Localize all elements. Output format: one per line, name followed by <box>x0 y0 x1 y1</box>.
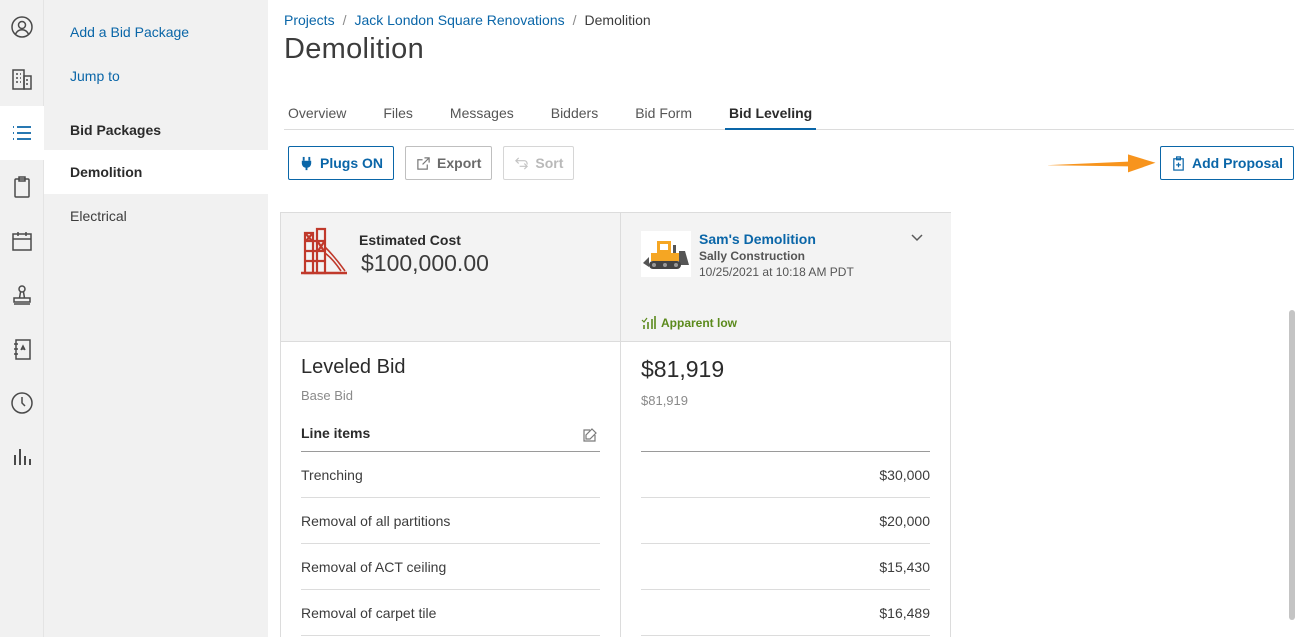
add-proposal-button[interactable]: Add Proposal <box>1160 146 1295 180</box>
icon-rail <box>0 0 44 637</box>
base-bid-total: $81,919 <box>641 393 688 408</box>
calendar-icon[interactable] <box>0 214 44 268</box>
bidder-name-link[interactable]: Sam's Demolition <box>699 231 816 247</box>
table-row: Removal of carpet tile <box>301 590 600 636</box>
jump-to-link[interactable]: Jump to <box>44 54 268 98</box>
orange-arrow-annotation <box>1048 154 1156 173</box>
estimated-cost-value: $100,000.00 <box>361 250 489 276</box>
line-item-amount: $20,000 <box>879 512 930 529</box>
vertical-scrollbar[interactable] <box>1289 310 1295 620</box>
bidder-header: Sam's Demolition Sally Construction 10/2… <box>621 213 951 342</box>
estimate-header: Estimated Cost $100,000.00 <box>281 213 620 342</box>
bidder-column: Sam's Demolition Sally Construction 10/2… <box>621 213 951 637</box>
line-item-label: Removal of all partitions <box>301 512 451 529</box>
table-row: $30,000 <box>641 452 930 498</box>
tab-bar: Overview Files Messages Bidders Bid Form… <box>284 100 1294 130</box>
clipboard-plus-icon <box>1173 155 1184 171</box>
line-item-label: Removal of carpet tile <box>301 604 437 621</box>
bidder-date: 10/25/2021 at 10:18 AM PDT <box>699 265 854 279</box>
bid-leveling-grid: Estimated Cost $100,000.00 Leveled Bid B… <box>280 212 951 637</box>
sort-button[interactable]: Sort <box>503 146 575 180</box>
sort-label: Sort <box>535 155 564 171</box>
export-icon <box>417 156 430 170</box>
breadcrumb-current: Demolition <box>584 12 651 28</box>
tab-overview[interactable]: Overview <box>284 100 350 130</box>
export-label: Export <box>437 155 482 171</box>
tab-bidders[interactable]: Bidders <box>547 100 602 130</box>
user-icon[interactable] <box>0 0 44 54</box>
breadcrumb-separator: / <box>342 12 347 28</box>
line-item-amount: $15,430 <box>879 558 930 575</box>
bidder-company: Sally Construction <box>699 249 806 263</box>
table-row: Trenching <box>301 452 600 498</box>
chevron-down-icon[interactable] <box>909 230 925 246</box>
list-icon[interactable] <box>0 106 44 160</box>
page-title: Demolition <box>284 33 424 65</box>
bar-chart-icon[interactable] <box>0 430 44 484</box>
plug-icon <box>301 156 312 170</box>
table-row: $15,430 <box>641 544 930 590</box>
clipboard-icon[interactable] <box>0 160 44 214</box>
sort-icon <box>515 156 529 170</box>
table-row: $20,000 <box>641 498 930 544</box>
subnav-item-electrical[interactable]: Electrical <box>44 194 268 238</box>
breadcrumb-projects[interactable]: Projects <box>284 12 335 28</box>
signal-bars-icon <box>641 316 656 329</box>
line-item-amount: $30,000 <box>879 466 930 483</box>
tab-bid-form[interactable]: Bid Form <box>631 100 696 130</box>
tab-files[interactable]: Files <box>379 100 417 130</box>
apparent-low-label: Apparent low <box>661 316 738 330</box>
export-button[interactable]: Export <box>405 146 493 180</box>
edit-icon[interactable] <box>582 427 598 443</box>
breadcrumb-project[interactable]: Jack London Square Renovations <box>354 12 564 28</box>
leveled-bid-title: Leveled Bid <box>301 356 406 378</box>
bridge-icon <box>301 227 347 275</box>
estimate-column: Estimated Cost $100,000.00 Leveled Bid B… <box>281 213 621 637</box>
estimated-cost-label: Estimated Cost <box>359 232 461 248</box>
breadcrumb: Projects / Jack London Square Renovation… <box>284 12 651 28</box>
tab-bid-leveling[interactable]: Bid Leveling <box>725 100 817 130</box>
table-row: Removal of all partitions <box>301 498 600 544</box>
stamp-icon[interactable] <box>0 268 44 322</box>
table-row: $16,489 <box>641 590 930 636</box>
apparent-low-badge: Apparent low <box>641 315 737 331</box>
bid-total: $81,919 <box>641 356 725 382</box>
main-content: Projects / Jack London Square Renovation… <box>268 0 1302 637</box>
line-item-amount: $16,489 <box>879 604 930 621</box>
line-items-header: Line items <box>301 425 600 452</box>
bulldozer-icon <box>641 231 691 277</box>
table-row: Removal of ACT ceiling <box>301 544 600 590</box>
base-bid-subtitle: Base Bid <box>301 388 354 403</box>
bid-packages-heading: Bid Packages <box>70 122 162 138</box>
line-item-label: Removal of ACT ceiling <box>301 558 447 575</box>
add-proposal-label: Add Proposal <box>1192 155 1284 171</box>
subnav-item-demolition[interactable]: Demolition <box>44 150 268 194</box>
line-items-header-divider <box>641 425 930 452</box>
plugs-label: Plugs ON <box>320 155 384 171</box>
toolbar: Plugs ON Export Sort <box>288 146 575 180</box>
clock-icon[interactable] <box>0 376 44 430</box>
secondary-nav: Add a Bid Package Jump to Bid Packages D… <box>44 0 268 637</box>
building-icon[interactable] <box>0 52 44 106</box>
line-item-label: Trenching <box>301 466 363 483</box>
line-items-label: Line items <box>301 425 371 441</box>
tab-messages[interactable]: Messages <box>446 100 518 130</box>
breadcrumb-separator: / <box>572 12 577 28</box>
add-bid-package-link[interactable]: Add a Bid Package <box>44 10 268 54</box>
plugs-button[interactable]: Plugs ON <box>288 146 395 180</box>
notebook-icon[interactable] <box>0 322 44 376</box>
